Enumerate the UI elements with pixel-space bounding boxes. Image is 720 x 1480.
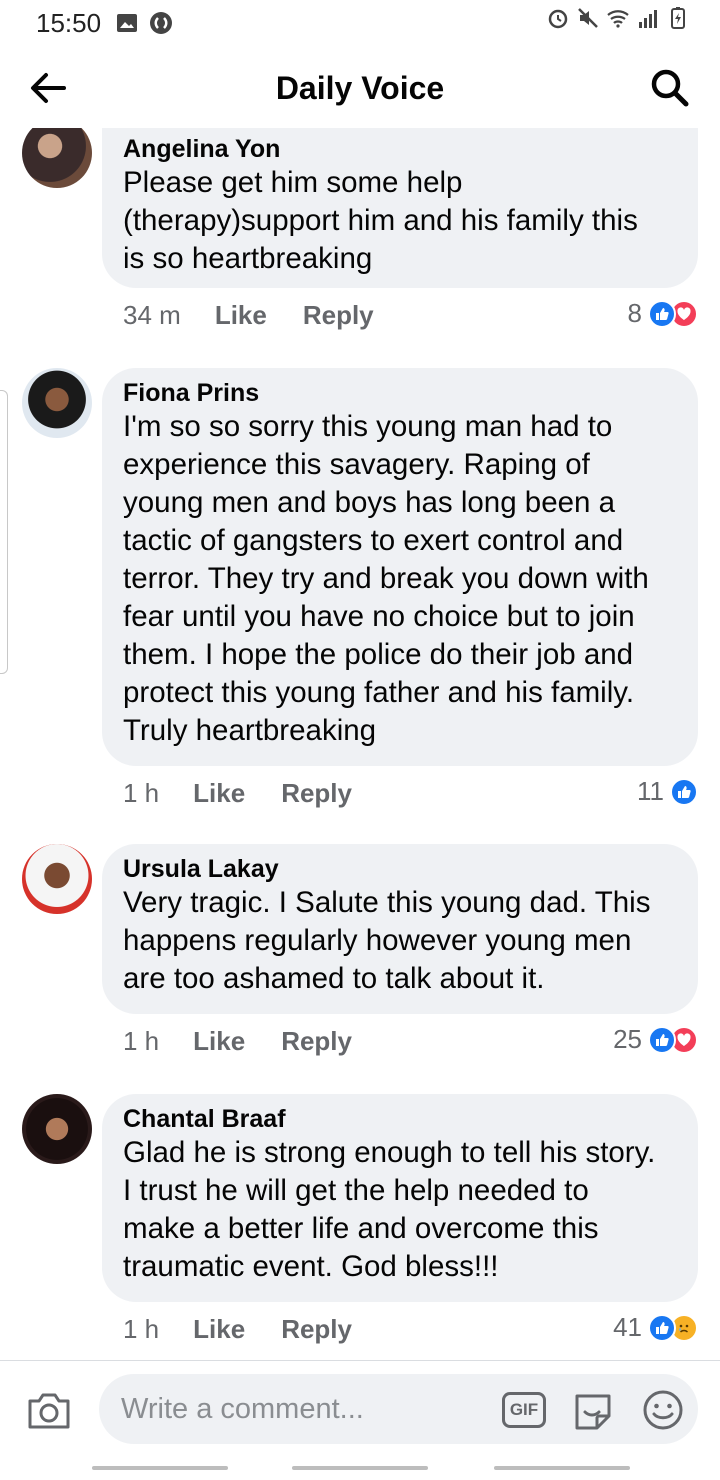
- comment-actions: 1 h Like Reply: [123, 1314, 352, 1345]
- signal-icon: [639, 10, 657, 28]
- comment-time: 1 h: [123, 1026, 160, 1056]
- camera-icon[interactable]: [26, 1391, 72, 1431]
- comment-author[interactable]: Fiona Prins: [123, 378, 676, 408]
- reaction-summary[interactable]: 8: [628, 298, 698, 329]
- comment-time: 1 h: [123, 1314, 160, 1344]
- nav-recents-indicator[interactable]: [92, 1466, 228, 1470]
- status-time: 15:50: [36, 7, 102, 38]
- avatar[interactable]: [22, 368, 92, 438]
- scrollbar[interactable]: [0, 390, 8, 674]
- reaction-summary[interactable]: 11: [637, 776, 698, 807]
- comment-text: Very tragic. I Salute this young dad. Th…: [123, 886, 651, 995]
- comment-bubble[interactable]: Ursula Lakay Very tragic. I Salute this …: [102, 844, 698, 1014]
- comment-bubble[interactable]: Angelina Yon Please get him some help (t…: [102, 128, 698, 288]
- like-button[interactable]: Like: [193, 778, 245, 809]
- battery-icon: [671, 7, 685, 29]
- status-bar: 15:50: [0, 0, 720, 46]
- sticker-icon[interactable]: [571, 1388, 615, 1432]
- comment-author[interactable]: Chantal Braaf: [123, 1104, 676, 1134]
- comment-text: I'm so so sorry this young man had to ex…: [123, 410, 649, 747]
- comment-actions: 34 m Like Reply: [123, 300, 374, 331]
- comment-actions: 1 h Like Reply: [123, 778, 352, 809]
- search-icon[interactable]: [648, 66, 692, 110]
- gif-button[interactable]: GIF: [502, 1392, 546, 1428]
- nav-back-indicator[interactable]: [494, 1466, 630, 1470]
- comment-author[interactable]: Angelina Yon: [123, 134, 676, 164]
- reaction-summary[interactable]: 41: [613, 1312, 698, 1343]
- back-arrow-icon[interactable]: [26, 66, 70, 110]
- reply-button[interactable]: Reply: [281, 1314, 352, 1345]
- reaction-count: 8: [627, 298, 642, 328]
- like-button[interactable]: Like: [193, 1314, 245, 1345]
- comment-time: 34 m: [123, 300, 181, 330]
- app-header: Daily Voice: [0, 48, 720, 128]
- comment-author[interactable]: Ursula Lakay: [123, 854, 676, 884]
- shazam-icon: [150, 12, 173, 34]
- reaction-count: 41: [613, 1312, 642, 1342]
- nav-home-indicator[interactable]: [292, 1466, 428, 1470]
- alarm-icon: [548, 9, 568, 29]
- gallery-icon: [117, 14, 138, 32]
- avatar[interactable]: [22, 844, 92, 914]
- system-nav-bar: [0, 1456, 720, 1480]
- reaction-count: 11: [637, 776, 664, 806]
- like-icon: [648, 1025, 676, 1054]
- comment-bubble[interactable]: Chantal Braaf Glad he is strong enough t…: [102, 1094, 698, 1302]
- wifi-icon: [607, 10, 629, 28]
- comment-actions: 1 h Like Reply: [123, 1026, 352, 1057]
- like-button[interactable]: Like: [215, 300, 267, 331]
- mute-icon: [578, 8, 598, 28]
- comment-bubble[interactable]: Fiona Prins I'm so so sorry this young m…: [102, 368, 698, 766]
- like-icon: [670, 777, 698, 806]
- page-title: Daily Voice: [275, 69, 445, 106]
- comment-composer: GIF: [0, 1360, 720, 1456]
- reaction-summary[interactable]: 25: [613, 1024, 698, 1055]
- reply-button[interactable]: Reply: [303, 300, 374, 331]
- comment-time: 1 h: [123, 778, 160, 808]
- reaction-count: 25: [613, 1024, 642, 1054]
- comment-list[interactable]: Angelina Yon Please get him some help (t…: [0, 128, 720, 1360]
- avatar[interactable]: [22, 128, 92, 188]
- gif-label: GIF: [509, 1400, 539, 1419]
- like-button[interactable]: Like: [193, 1026, 245, 1057]
- comment-text: Please get him some help (therapy)suppor…: [123, 166, 638, 275]
- avatar[interactable]: [22, 1094, 92, 1164]
- comment-text: Glad he is strong enough to tell his sto…: [123, 1136, 656, 1283]
- emoji-icon[interactable]: [641, 1388, 685, 1432]
- reply-button[interactable]: Reply: [281, 778, 352, 809]
- reply-button[interactable]: Reply: [281, 1026, 352, 1057]
- like-icon: [648, 299, 676, 328]
- like-icon: [648, 1313, 676, 1342]
